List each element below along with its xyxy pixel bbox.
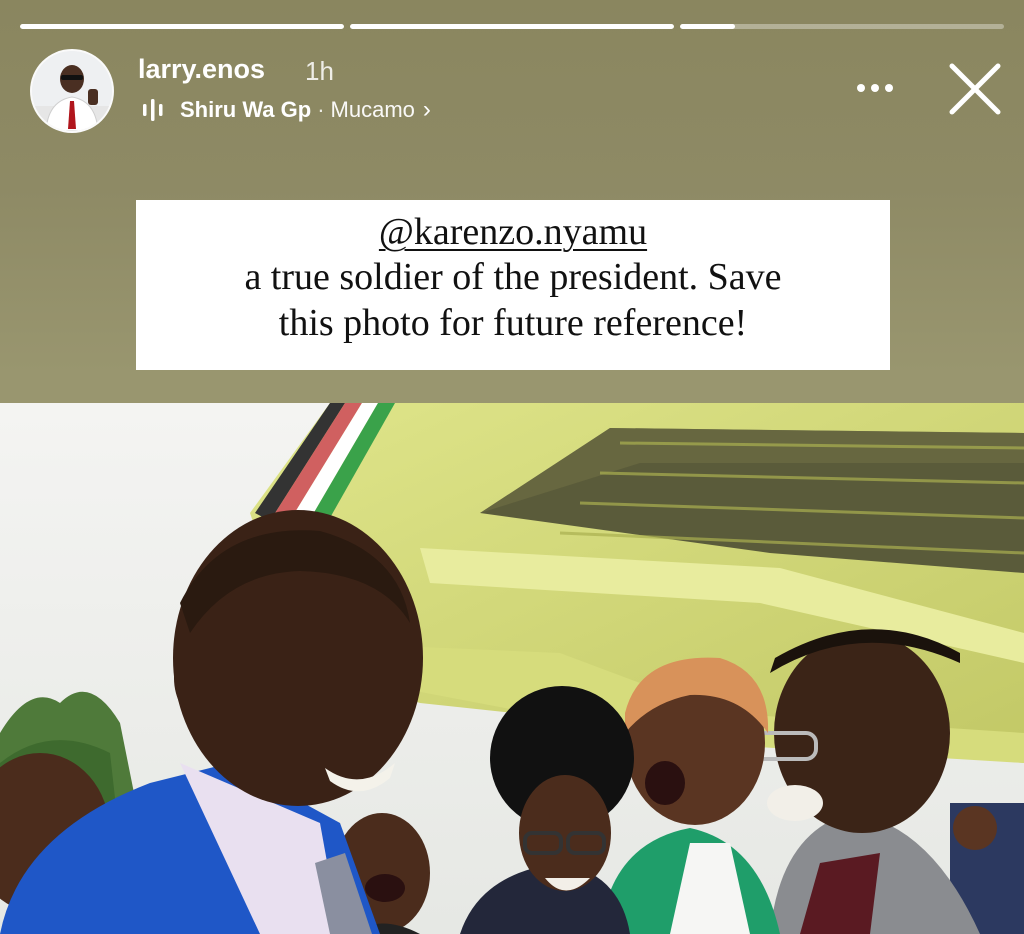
progress-segment xyxy=(680,24,1004,29)
story-viewer[interactable]: larry.enos 1h Shiru Wa Gp · Mucamo › @ka… xyxy=(0,0,1024,934)
photo-illustration xyxy=(0,403,1024,934)
progress-fill xyxy=(680,24,736,29)
caption-line: a true soldier of the president. Save xyxy=(244,256,782,298)
mention-link[interactable]: @karenzo.nyamu xyxy=(136,210,890,254)
more-options-button[interactable] xyxy=(852,70,898,106)
music-bars-icon xyxy=(143,99,163,121)
story-progress-bar xyxy=(20,24,1004,29)
progress-fill xyxy=(350,24,674,29)
avatar-image xyxy=(32,51,112,131)
username[interactable]: larry.enos xyxy=(138,54,265,85)
progress-fill xyxy=(20,24,344,29)
music-attribution[interactable]: Shiru Wa Gp · Mucamo › xyxy=(142,94,431,126)
story-caption-card: @karenzo.nyamu a true soldier of the pre… xyxy=(136,200,890,370)
close-icon xyxy=(949,63,1001,115)
caption-line: this photo for future reference! xyxy=(278,302,748,344)
progress-segment xyxy=(350,24,674,29)
chevron-right-icon: › xyxy=(422,96,431,123)
avatar[interactable] xyxy=(30,49,114,133)
artist-name: Mucamo xyxy=(330,97,415,122)
separator: · xyxy=(317,97,325,122)
post-time: 1h xyxy=(305,56,334,86)
story-photo xyxy=(0,403,1024,934)
progress-segment xyxy=(20,24,344,29)
more-horizontal-icon xyxy=(857,84,893,92)
close-button[interactable] xyxy=(944,58,1006,120)
song-title: Shiru Wa Gp xyxy=(180,97,312,122)
